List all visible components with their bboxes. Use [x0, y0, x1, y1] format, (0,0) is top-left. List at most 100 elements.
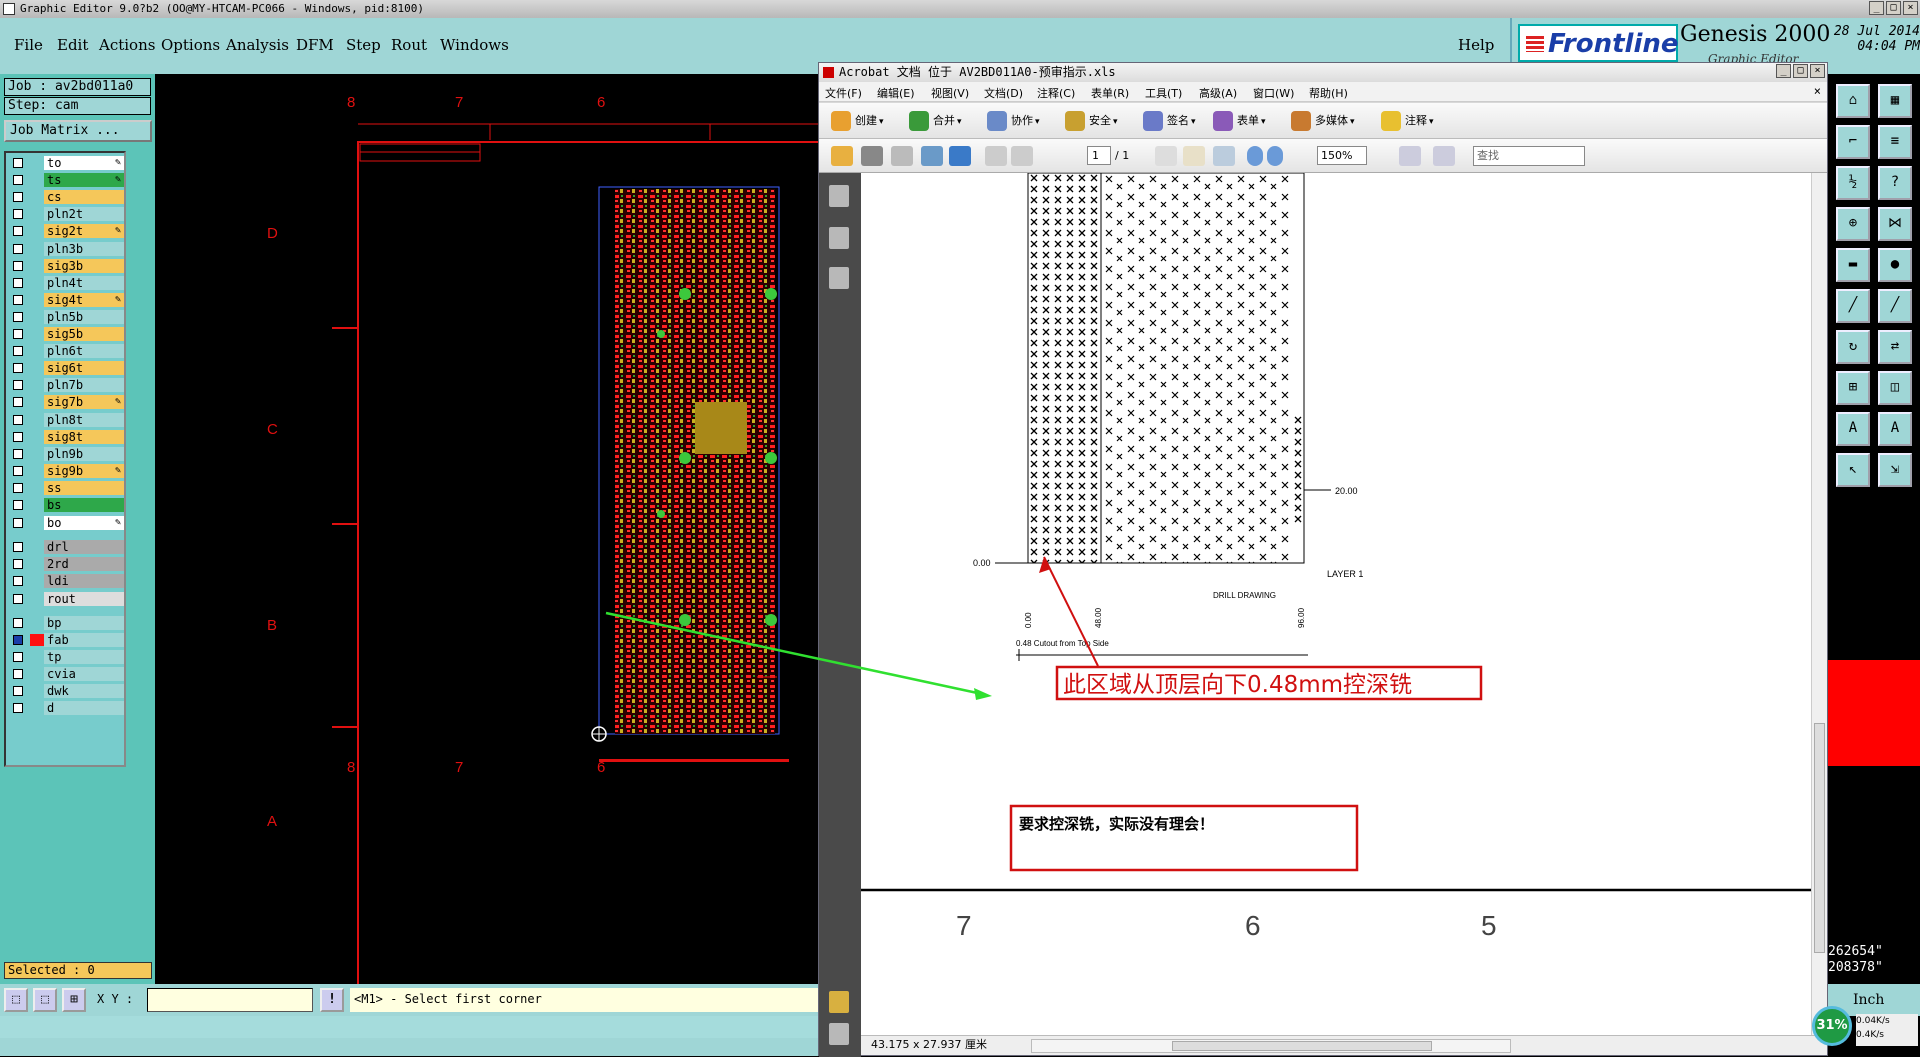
- rout-icon[interactable]: ⌐: [1836, 125, 1870, 159]
- layer-color-swatch[interactable]: [30, 396, 44, 409]
- security-button[interactable]: 安全: [1063, 111, 1118, 131]
- layer-checkbox[interactable]: [13, 329, 23, 339]
- menu-analysis[interactable]: Analysis: [226, 36, 289, 54]
- line-icon[interactable]: ╱: [1836, 289, 1870, 323]
- layer-checkbox[interactable]: [13, 380, 23, 391]
- layer-name[interactable]: drl: [44, 540, 124, 555]
- layer-name[interactable]: sig6t: [44, 361, 124, 376]
- scroll-thumb[interactable]: [1814, 723, 1825, 953]
- layer-name[interactable]: cs: [44, 190, 124, 205]
- layer-row[interactable]: d: [9, 701, 125, 716]
- fit-page-icon[interactable]: [1433, 146, 1455, 166]
- zoom-level[interactable]: 150%: [1317, 146, 1367, 165]
- pages-icon[interactable]: [829, 185, 849, 207]
- layer-name[interactable]: pln6t: [44, 344, 124, 359]
- layer-checkbox[interactable]: [13, 651, 23, 662]
- amenu-view[interactable]: 视图(V): [931, 85, 969, 101]
- layer-color-swatch[interactable]: [30, 558, 44, 571]
- web-icon[interactable]: [949, 146, 971, 166]
- layer-row[interactable]: pln9b: [9, 446, 125, 461]
- hatch-icon[interactable]: ≡: [1878, 125, 1912, 159]
- layer-row[interactable]: pln4t: [9, 275, 125, 290]
- layer-checkbox[interactable]: [13, 243, 23, 254]
- acrobat-maximize-button[interactable]: □: [1793, 64, 1808, 78]
- warning-button[interactable]: !: [320, 988, 344, 1012]
- via-icon[interactable]: ◫: [1878, 371, 1912, 405]
- layer-name[interactable]: pln5b: [44, 309, 124, 324]
- layer-row[interactable]: sig4t ✎: [9, 292, 125, 307]
- layer-name[interactable]: pln9b: [44, 446, 124, 461]
- layer-color-swatch[interactable]: [30, 328, 44, 340]
- save-icon[interactable]: [891, 146, 913, 166]
- zoom-out-icon[interactable]: [1247, 146, 1263, 166]
- layer-color-swatch[interactable]: [30, 447, 44, 460]
- ruler-icon[interactable]: ▬: [1836, 248, 1870, 282]
- layer-color-swatch[interactable]: [30, 293, 44, 306]
- layer-name[interactable]: 2rd: [44, 557, 124, 572]
- layer-name[interactable]: sig2t ✎: [44, 224, 124, 239]
- comments-icon[interactable]: [829, 991, 849, 1013]
- layer-row[interactable]: pln8t: [9, 412, 125, 427]
- layer-checkbox[interactable]: [13, 414, 23, 425]
- probe-icon[interactable]: ⊕: [1836, 207, 1870, 241]
- layer-row[interactable]: pln3b: [9, 241, 125, 256]
- select-icon[interactable]: ↖: [1836, 453, 1870, 487]
- menu-rout[interactable]: Rout: [391, 36, 427, 54]
- grid-icon[interactable]: ⊞: [62, 988, 86, 1012]
- layer-color-swatch[interactable]: [30, 633, 44, 646]
- layer-checkbox[interactable]: [13, 226, 23, 237]
- pad-icon[interactable]: ⊞: [1836, 371, 1870, 405]
- menu-options[interactable]: Options: [161, 36, 220, 54]
- mirror-icon[interactable]: ⇄: [1878, 330, 1912, 364]
- layer-name[interactable]: pln3b: [44, 241, 124, 256]
- arc-icon[interactable]: ╱: [1878, 289, 1912, 323]
- layer-color-swatch[interactable]: [30, 592, 44, 605]
- menu-dfm[interactable]: DFM: [296, 36, 334, 54]
- layer-color-swatch[interactable]: [30, 650, 44, 663]
- menu-file[interactable]: File: [14, 36, 43, 54]
- layer-color-swatch[interactable]: [30, 667, 44, 680]
- layer-row[interactable]: dwk: [9, 684, 125, 698]
- minimize-button[interactable]: _: [1869, 1, 1884, 15]
- horizontal-scrollbar[interactable]: [1031, 1039, 1511, 1053]
- help-icon[interactable]: ?: [1878, 166, 1912, 200]
- layer-name[interactable]: sig3b: [44, 258, 124, 273]
- layer-color-swatch[interactable]: [30, 430, 44, 443]
- create-button[interactable]: 创建: [829, 111, 884, 131]
- forms-button[interactable]: 表单: [1211, 111, 1266, 131]
- layer-color-swatch[interactable]: [30, 310, 44, 323]
- scale-icon[interactable]: ½: [1836, 166, 1870, 200]
- layer-name[interactable]: ldi: [44, 574, 124, 589]
- amenu-help[interactable]: 帮助(H): [1309, 85, 1348, 101]
- layer-checkbox[interactable]: [13, 559, 23, 570]
- open-icon[interactable]: [831, 146, 853, 166]
- layer-row[interactable]: ldi: [9, 574, 125, 589]
- zoom-out-icon[interactable]: ⬚: [33, 988, 57, 1012]
- page-number-input[interactable]: 1: [1087, 146, 1111, 165]
- layer-checkbox[interactable]: [13, 668, 23, 679]
- amenu-advanced[interactable]: 高级(A): [1199, 85, 1237, 101]
- layer-name[interactable]: d: [44, 701, 124, 716]
- layer-row[interactable]: sig3b: [9, 258, 125, 273]
- layer-checkbox[interactable]: [13, 260, 23, 271]
- layer-color-swatch[interactable]: [30, 702, 44, 715]
- hand-icon[interactable]: [1183, 146, 1205, 166]
- layer-color-swatch[interactable]: [30, 481, 44, 494]
- bookmarks-icon[interactable]: [829, 227, 849, 249]
- layer-checkbox[interactable]: [13, 500, 23, 510]
- layer-color-swatch[interactable]: [30, 191, 44, 204]
- signatures-icon[interactable]: [829, 267, 849, 289]
- layer-color-swatch[interactable]: [30, 225, 44, 238]
- amenu-tools[interactable]: 工具(T): [1145, 85, 1182, 101]
- layer-name[interactable]: pln2t: [44, 207, 124, 222]
- layer-checkbox[interactable]: [13, 209, 23, 220]
- layer-color-swatch[interactable]: [30, 259, 44, 272]
- snap-icon[interactable]: ⇲: [1878, 453, 1912, 487]
- job-matrix-button[interactable]: Job Matrix ...: [4, 120, 152, 142]
- layer-name[interactable]: tp: [44, 649, 124, 664]
- layer-checkbox[interactable]: [13, 593, 23, 604]
- hscroll-thumb[interactable]: [1172, 1041, 1432, 1051]
- layer-row[interactable]: sig9b ✎: [9, 463, 125, 478]
- grid-icon[interactable]: ▦: [1878, 84, 1912, 118]
- next-page-icon[interactable]: [1011, 146, 1033, 166]
